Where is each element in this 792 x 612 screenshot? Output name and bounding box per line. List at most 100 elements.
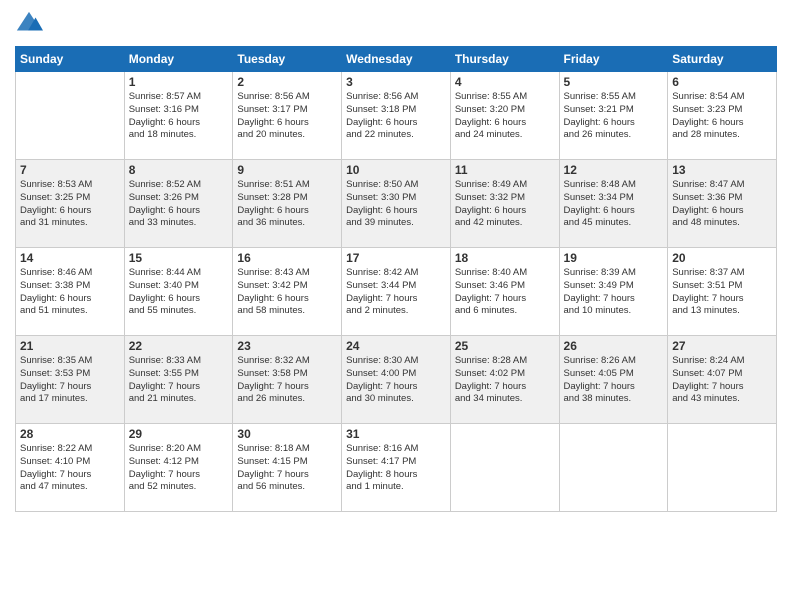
day-info: Sunrise: 8:22 AM Sunset: 4:10 PM Dayligh… [20, 443, 120, 494]
day-cell: 5Sunrise: 8:55 AM Sunset: 3:21 PM Daylig… [559, 72, 668, 160]
week-row-2: 7 Sunrise: 8:53 AM Sunset: 3:25 PM Daylig… [16, 160, 777, 248]
day-cell: 29 Sunrise: 8:20 AM Sunset: 4:12 PM Dayli… [124, 424, 233, 512]
day-header-wednesday: Wednesday [342, 47, 451, 72]
day-number: 10 [346, 163, 446, 177]
day-header-friday: Friday [559, 47, 668, 72]
week-row-1: 1 Sunrise: 8:57 AM Sunset: 3:16 PM Daylig… [16, 72, 777, 160]
day-cell: 14 Sunrise: 8:46 AM Sunset: 3:38 PM Dayli… [16, 248, 125, 336]
day-cell: 26 Sunrise: 8:26 AM Sunset: 4:05 PM Dayli… [559, 336, 668, 424]
day-cell: 28 Sunrise: 8:22 AM Sunset: 4:10 PM Dayli… [16, 424, 125, 512]
day-header-tuesday: Tuesday [233, 47, 342, 72]
day-cell: 4 Sunrise: 8:55 AM Sunset: 3:20 PM Daylig… [450, 72, 559, 160]
day-info: Sunrise: 8:20 AM Sunset: 4:12 PM Dayligh… [129, 443, 229, 494]
day-header-saturday: Saturday [668, 47, 777, 72]
day-number: 21 [20, 339, 120, 353]
day-number: 2 [237, 75, 337, 89]
day-info: Sunrise: 8:49 AM Sunset: 3:32 PM Dayligh… [455, 179, 555, 230]
day-cell: 18Sunrise: 8:40 AM Sunset: 3:46 PM Dayli… [450, 248, 559, 336]
day-info: Sunrise: 8:48 AM Sunset: 3:34 PM Dayligh… [564, 179, 664, 230]
calendar-page: SundayMondayTuesdayWednesdayThursdayFrid… [0, 0, 792, 612]
day-cell: 8 Sunrise: 8:52 AM Sunset: 3:26 PM Daylig… [124, 160, 233, 248]
day-number: 24 [346, 339, 446, 353]
day-number: 20 [672, 251, 772, 265]
day-cell: 13 Sunrise: 8:47 AM Sunset: 3:36 PM Dayli… [668, 160, 777, 248]
day-info: Sunrise: 8:55 AM Sunset: 3:20 PM Dayligh… [455, 91, 555, 142]
day-number: 11 [455, 163, 555, 177]
day-number: 30 [237, 427, 337, 441]
day-cell: 21 Sunrise: 8:35 AM Sunset: 3:53 PM Dayli… [16, 336, 125, 424]
day-info: Sunrise: 8:32 AM Sunset: 3:58 PM Dayligh… [237, 355, 337, 406]
day-number: 23 [237, 339, 337, 353]
day-info: Sunrise: 8:55 AM Sunset: 3:21 PM Dayligh… [564, 91, 664, 142]
day-number: 1 [129, 75, 229, 89]
day-cell: 19 Sunrise: 8:39 AM Sunset: 3:49 PM Dayli… [559, 248, 668, 336]
day-info: Sunrise: 8:28 AM Sunset: 4:02 PM Dayligh… [455, 355, 555, 406]
day-cell [450, 424, 559, 512]
day-info: Sunrise: 8:56 AM Sunset: 3:17 PM Dayligh… [237, 91, 337, 142]
day-info: Sunrise: 8:53 AM Sunset: 3:25 PM Dayligh… [20, 179, 120, 230]
day-info: Sunrise: 8:47 AM Sunset: 3:36 PM Dayligh… [672, 179, 772, 230]
day-cell: 22Sunrise: 8:33 AM Sunset: 3:55 PM Dayli… [124, 336, 233, 424]
day-info: Sunrise: 8:26 AM Sunset: 4:05 PM Dayligh… [564, 355, 664, 406]
day-cell [559, 424, 668, 512]
day-info: Sunrise: 8:39 AM Sunset: 3:49 PM Dayligh… [564, 267, 664, 318]
day-info: Sunrise: 8:42 AM Sunset: 3:44 PM Dayligh… [346, 267, 446, 318]
day-cell: 23 Sunrise: 8:32 AM Sunset: 3:58 PM Dayli… [233, 336, 342, 424]
day-info: Sunrise: 8:16 AM Sunset: 4:17 PM Dayligh… [346, 443, 446, 494]
day-number: 18 [455, 251, 555, 265]
day-cell: 12 Sunrise: 8:48 AM Sunset: 3:34 PM Dayli… [559, 160, 668, 248]
day-info: Sunrise: 8:46 AM Sunset: 3:38 PM Dayligh… [20, 267, 120, 318]
day-number: 3 [346, 75, 446, 89]
week-row-5: 28 Sunrise: 8:22 AM Sunset: 4:10 PM Dayli… [16, 424, 777, 512]
header-row: SundayMondayTuesdayWednesdayThursdayFrid… [16, 47, 777, 72]
day-number: 29 [129, 427, 229, 441]
day-number: 8 [129, 163, 229, 177]
day-cell: 1 Sunrise: 8:57 AM Sunset: 3:16 PM Daylig… [124, 72, 233, 160]
day-number: 12 [564, 163, 664, 177]
day-number: 15 [129, 251, 229, 265]
day-info: Sunrise: 8:37 AM Sunset: 3:51 PM Dayligh… [672, 267, 772, 318]
day-cell [668, 424, 777, 512]
day-number: 4 [455, 75, 555, 89]
week-row-3: 14 Sunrise: 8:46 AM Sunset: 3:38 PM Dayli… [16, 248, 777, 336]
day-info: Sunrise: 8:51 AM Sunset: 3:28 PM Dayligh… [237, 179, 337, 230]
day-header-sunday: Sunday [16, 47, 125, 72]
day-number: 19 [564, 251, 664, 265]
day-cell: 31 Sunrise: 8:16 AM Sunset: 4:17 PM Dayli… [342, 424, 451, 512]
day-cell: 16 Sunrise: 8:43 AM Sunset: 3:42 PM Dayli… [233, 248, 342, 336]
day-cell: 15Sunrise: 8:44 AM Sunset: 3:40 PM Dayli… [124, 248, 233, 336]
day-header-monday: Monday [124, 47, 233, 72]
day-number: 31 [346, 427, 446, 441]
day-cell: 6Sunrise: 8:54 AM Sunset: 3:23 PM Daylig… [668, 72, 777, 160]
week-row-4: 21 Sunrise: 8:35 AM Sunset: 3:53 PM Dayli… [16, 336, 777, 424]
day-number: 22 [129, 339, 229, 353]
day-info: Sunrise: 8:35 AM Sunset: 3:53 PM Dayligh… [20, 355, 120, 406]
day-cell: 10 Sunrise: 8:50 AM Sunset: 3:30 PM Dayli… [342, 160, 451, 248]
day-number: 13 [672, 163, 772, 177]
header [15, 10, 777, 38]
day-cell: 17Sunrise: 8:42 AM Sunset: 3:44 PM Dayli… [342, 248, 451, 336]
day-number: 25 [455, 339, 555, 353]
day-info: Sunrise: 8:50 AM Sunset: 3:30 PM Dayligh… [346, 179, 446, 230]
day-info: Sunrise: 8:18 AM Sunset: 4:15 PM Dayligh… [237, 443, 337, 494]
day-cell: 7 Sunrise: 8:53 AM Sunset: 3:25 PM Daylig… [16, 160, 125, 248]
day-info: Sunrise: 8:52 AM Sunset: 3:26 PM Dayligh… [129, 179, 229, 230]
day-number: 28 [20, 427, 120, 441]
day-number: 7 [20, 163, 120, 177]
day-number: 26 [564, 339, 664, 353]
day-info: Sunrise: 8:56 AM Sunset: 3:18 PM Dayligh… [346, 91, 446, 142]
day-cell [16, 72, 125, 160]
day-info: Sunrise: 8:57 AM Sunset: 3:16 PM Dayligh… [129, 91, 229, 142]
day-header-thursday: Thursday [450, 47, 559, 72]
day-info: Sunrise: 8:24 AM Sunset: 4:07 PM Dayligh… [672, 355, 772, 406]
day-number: 16 [237, 251, 337, 265]
day-number: 14 [20, 251, 120, 265]
day-cell: 2 Sunrise: 8:56 AM Sunset: 3:17 PM Daylig… [233, 72, 342, 160]
day-cell: 25 Sunrise: 8:28 AM Sunset: 4:02 PM Dayli… [450, 336, 559, 424]
logo-icon [15, 10, 43, 38]
day-cell: 27 Sunrise: 8:24 AM Sunset: 4:07 PM Dayli… [668, 336, 777, 424]
day-info: Sunrise: 8:43 AM Sunset: 3:42 PM Dayligh… [237, 267, 337, 318]
logo [15, 10, 47, 38]
day-number: 27 [672, 339, 772, 353]
day-cell: 11 Sunrise: 8:49 AM Sunset: 3:32 PM Dayli… [450, 160, 559, 248]
